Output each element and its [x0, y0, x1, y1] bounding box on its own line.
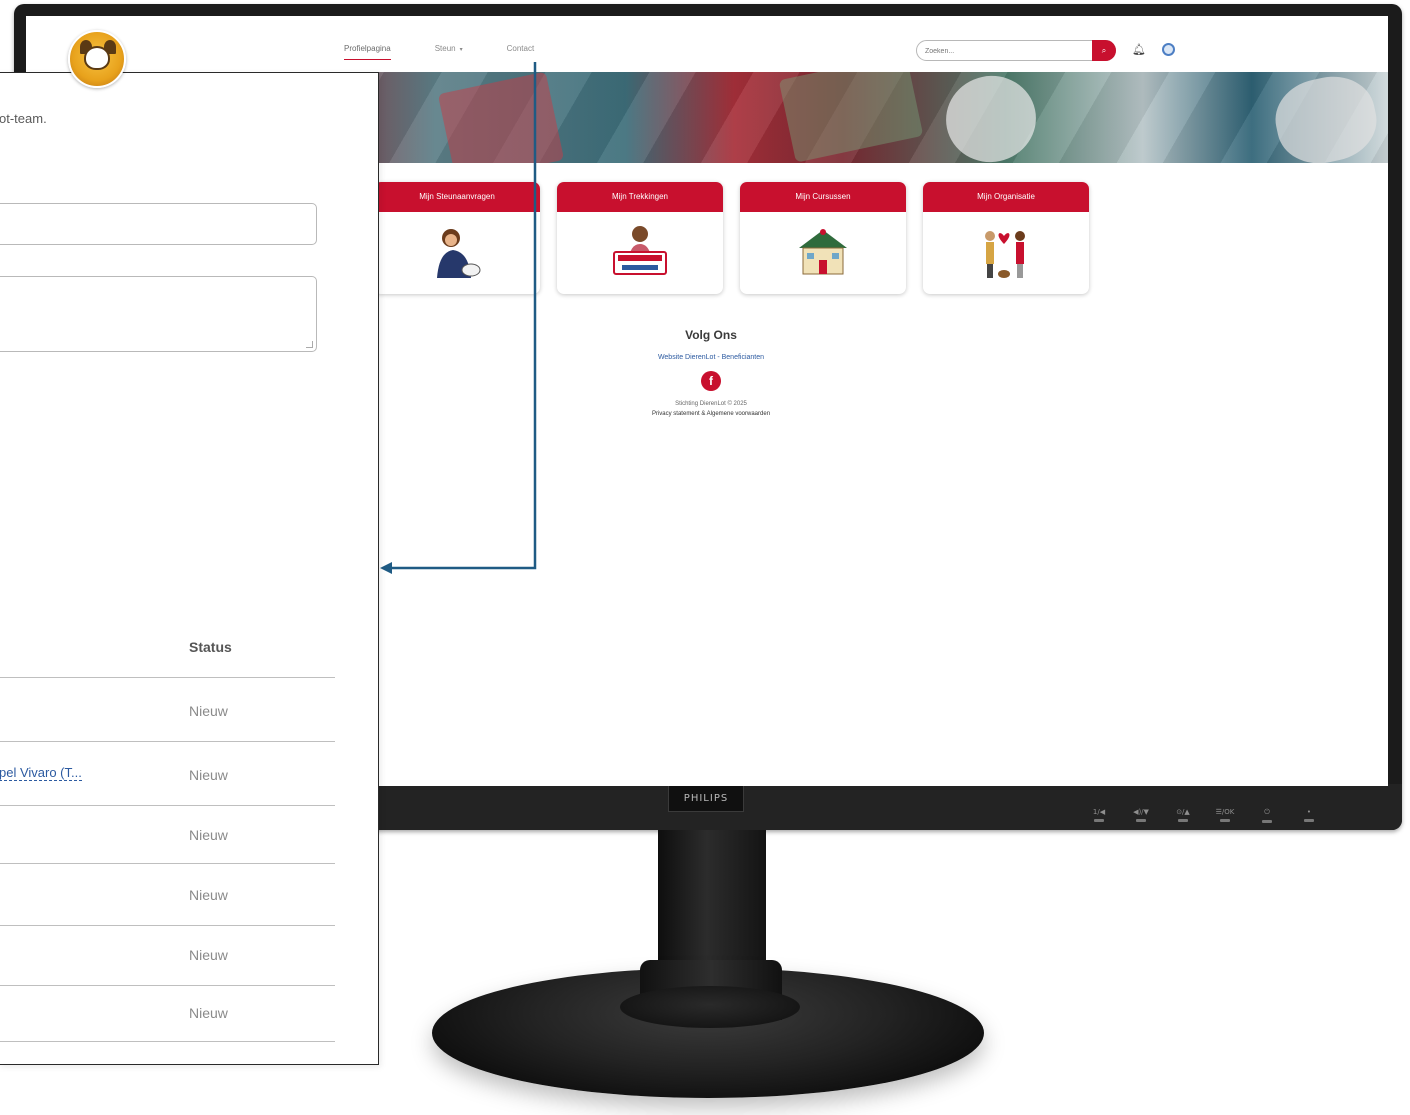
dierenlot-logo[interactable]: [68, 30, 126, 88]
table-row: Nieuw: [0, 925, 335, 985]
row-divider: [0, 677, 335, 678]
footer-website-link[interactable]: Website DierenLot - Beneficianten: [586, 354, 836, 361]
site-footer: Volg Ons Website DierenLot - Beneficiant…: [586, 328, 836, 417]
tile-cursussen[interactable]: Mijn Cursussen: [740, 182, 906, 294]
table-row: pel Vivaro (T... Nieuw: [0, 741, 335, 805]
tile-trekkingen[interactable]: Mijn Trekkingen: [557, 182, 723, 294]
monitor-button-volume[interactable]: ◀)/▼: [1120, 808, 1162, 823]
row-divider: [0, 863, 335, 864]
monitor-button-menu[interactable]: ☰/OK: [1204, 808, 1246, 823]
request-link[interactable]: pel Vivaro (T...: [0, 765, 82, 781]
row-divider: [0, 1041, 335, 1042]
footer-copyright: Stichting DierenLot © 2025: [675, 401, 747, 407]
dog-photo: [938, 72, 1044, 163]
tile-title: Mijn Organisatie: [923, 182, 1089, 212]
subject-input[interactable]: [0, 203, 317, 245]
row-divider: [0, 805, 335, 806]
status-cell: Nieuw: [189, 827, 228, 843]
monitor-button-brightness[interactable]: ⊙/▲: [1162, 808, 1204, 823]
status-cell: Nieuw: [189, 1005, 228, 1021]
status-cell: Nieuw: [189, 703, 228, 719]
people-with-dog-illustration: [985, 231, 1025, 278]
banner-decor: [437, 72, 565, 163]
table-row: Nieuw: [0, 677, 335, 741]
dashboard-tiles: Mijn Steunaanvragen Mijn Trekkingen Mijn…: [374, 182, 1089, 294]
logo-dog-face: [84, 46, 110, 70]
status-column-header: Status: [189, 639, 232, 655]
search-input[interactable]: [925, 44, 1085, 58]
tile-title: Mijn Cursussen: [740, 182, 906, 212]
footer-privacy-link[interactable]: Privacy statement & Algemene voorwaarden: [586, 411, 836, 417]
table-row: Nieuw: [0, 805, 335, 863]
banner-decor: [778, 72, 924, 163]
row-divider: [0, 741, 335, 742]
facebook-icon[interactable]: f: [701, 371, 721, 391]
person-with-pets-illustration: [437, 229, 481, 278]
avatar[interactable]: [1162, 43, 1175, 56]
tile-title: Mijn Trekkingen: [557, 182, 723, 212]
zoomed-contact-panel: ot-team. Status Nieuw pel Vivaro (T... N…: [0, 72, 379, 1065]
search-button[interactable]: ⌕: [1092, 40, 1116, 61]
nav-link-contact[interactable]: Contact: [507, 44, 535, 60]
search-icon: ⌕: [1101, 46, 1107, 55]
table-row: Nieuw: [0, 863, 335, 925]
monitor-brand-badge: PHILIPS: [668, 786, 744, 812]
winner-check-illustration: [613, 226, 667, 275]
composite-stage: PHILIPS 1/◀ ◀)/▼ ⊙/▲ ☰/OK ⏻ • Profielpag…: [0, 0, 1410, 1115]
bell-icon[interactable]: 🔔︎: [1132, 43, 1146, 56]
row-divider: [0, 985, 335, 986]
chevron-down-icon: ▾: [459, 47, 463, 53]
row-divider: [0, 925, 335, 926]
table-bottom: [0, 1041, 335, 1043]
monitor-power-led: •: [1288, 808, 1330, 823]
status-cell: Nieuw: [189, 887, 228, 903]
monitor-base-ring: [620, 986, 800, 1028]
follow-title: Volg Ons: [685, 328, 737, 342]
monitor-controls: 1/◀ ◀)/▼ ⊙/▲ ☰/OK ⏻ •: [1078, 808, 1330, 823]
nav-link-steun[interactable]: Steun ▾: [435, 44, 463, 60]
status-cell: Nieuw: [189, 947, 228, 963]
nav-link-steun-label: Steun: [434, 44, 456, 53]
search-box[interactable]: [916, 40, 1116, 61]
monitor-button-power[interactable]: ⏻: [1246, 808, 1288, 823]
tile-title: Mijn Steunaanvragen: [374, 182, 540, 212]
school-building-illustration: [799, 229, 847, 275]
nav-link-profile[interactable]: Profielpagina: [344, 44, 391, 60]
table-row: Nieuw: [0, 985, 335, 1043]
panel-intro-text: ot-team.: [0, 111, 47, 126]
main-nav: Profielpagina Steun ▾ Contact: [344, 44, 534, 60]
status-cell: Nieuw: [189, 767, 228, 783]
dog-photo: [1268, 72, 1384, 163]
site-navbar: Profielpagina Steun▾ Contact ⌕ 🔔︎: [26, 16, 1388, 72]
tile-organisatie[interactable]: Mijn Organisatie: [923, 182, 1089, 294]
resize-grip-icon[interactable]: [306, 341, 313, 348]
monitor-button-input[interactable]: 1/◀: [1078, 808, 1120, 823]
message-textarea[interactable]: [0, 276, 317, 352]
tile-steunaanvragen[interactable]: Mijn Steunaanvragen: [374, 182, 540, 294]
